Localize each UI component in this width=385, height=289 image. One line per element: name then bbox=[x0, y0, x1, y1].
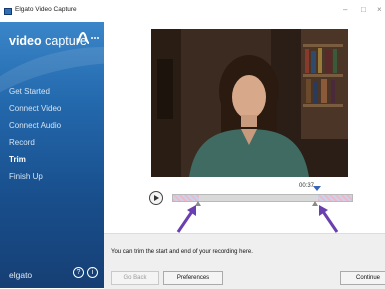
sidebar-nav: Get Started Connect Video Connect Audio … bbox=[9, 83, 61, 185]
sidebar-item-connect-video[interactable]: Connect Video bbox=[9, 100, 61, 117]
brand-logo: elgato bbox=[9, 270, 33, 280]
title-bar: Elgato Video Capture – □ × bbox=[0, 0, 385, 22]
close-button[interactable]: × bbox=[377, 5, 382, 14]
annotation-arrow-right bbox=[319, 205, 339, 233]
current-time-label: 00:37 bbox=[299, 183, 315, 189]
trim-instruction-text: You can trim the start and end of your r… bbox=[111, 249, 253, 255]
preferences-button[interactable]: Preferences bbox=[163, 271, 223, 285]
timeline-area: 00:37 bbox=[104, 178, 385, 233]
help-icon[interactable]: ? bbox=[73, 267, 84, 278]
annotation-arrow-left bbox=[176, 205, 196, 233]
minimize-button[interactable]: – bbox=[343, 5, 347, 14]
logo-bold-text: video bbox=[9, 34, 42, 48]
trimmed-end-region bbox=[318, 195, 352, 201]
sidebar-item-finish-up[interactable]: Finish Up bbox=[9, 168, 61, 185]
app-icon bbox=[4, 8, 12, 15]
play-icon bbox=[154, 195, 159, 201]
sidebar-item-connect-audio[interactable]: Connect Audio bbox=[9, 117, 61, 134]
go-back-button[interactable]: Go Back bbox=[111, 271, 159, 285]
sidebar-item-record[interactable]: Record bbox=[9, 134, 61, 151]
video-frame-image bbox=[151, 29, 348, 177]
bottom-bar: You can trim the start and end of your r… bbox=[104, 233, 385, 289]
maximize-button[interactable]: □ bbox=[361, 5, 366, 14]
video-preview bbox=[151, 29, 348, 177]
playhead-marker[interactable] bbox=[313, 186, 321, 191]
play-button[interactable] bbox=[149, 191, 163, 205]
info-icon[interactable]: i bbox=[87, 267, 98, 278]
sidebar-item-trim[interactable]: Trim bbox=[9, 151, 61, 168]
sidebar: video capture Get Started Connect Video … bbox=[0, 22, 104, 288]
window-title: Elgato Video Capture bbox=[15, 6, 77, 13]
sidebar-item-get-started[interactable]: Get Started bbox=[9, 83, 61, 100]
continue-button[interactable]: Continue bbox=[340, 271, 385, 285]
logo-wave-icon bbox=[76, 31, 99, 44]
